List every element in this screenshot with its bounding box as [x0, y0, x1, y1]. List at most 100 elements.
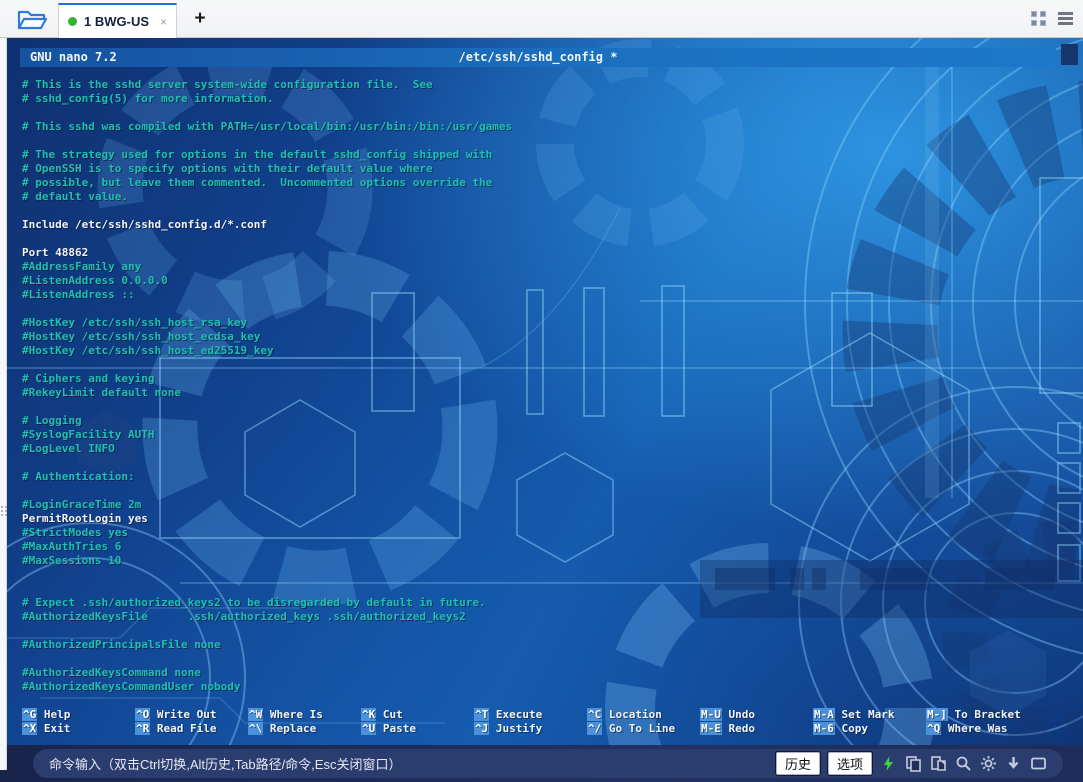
shortcut-label: Paste — [383, 722, 416, 735]
shortcut-label: Where Was — [948, 722, 1008, 735]
shortcut-label: Exit — [44, 722, 71, 735]
history-button[interactable]: 历史 — [776, 752, 820, 775]
shortcut-hint: ^W Where Is — [248, 708, 361, 722]
shortcut-label: Execute — [496, 708, 542, 721]
shortcut-key: ^W — [248, 708, 263, 721]
editor-line: # default value. — [22, 190, 512, 204]
editor-line — [22, 134, 512, 148]
editor-line: #RekeyLimit default none — [22, 386, 512, 400]
editor-line: #MaxSessions 10 — [22, 554, 512, 568]
shortcut-key: ^T — [474, 708, 489, 721]
editor-line — [22, 232, 512, 246]
editor-line: # Authentication: — [22, 470, 512, 484]
shortcut-label: Replace — [270, 722, 316, 735]
shortcut-hint: ^X Exit — [22, 722, 135, 736]
connection-status-dot — [68, 17, 77, 26]
shortcut-key: ^J — [474, 722, 489, 735]
editor-line: #ListenAddress 0.0.0.0 — [22, 274, 512, 288]
grid-view-icon[interactable] — [1031, 11, 1046, 26]
shortcut-hint: M-E Redo — [700, 722, 813, 736]
editor-line: # Ciphers and keying — [22, 372, 512, 386]
editor-line: # The strategy used for options in the d… — [22, 148, 512, 162]
editor-line: #HostKey /etc/ssh/ssh_host_ed25519_key — [22, 344, 512, 358]
command-input[interactable]: 命令输入（双击Ctrl切换,Alt历史,Tab路径/命令,Esc关闭窗口） 历史… — [33, 749, 1063, 778]
editor-line: #SyslogFacility AUTH — [22, 428, 512, 442]
editor-content: # This is the sshd server system-wide co… — [22, 78, 512, 694]
shortcut-key: ^O — [135, 708, 150, 721]
copy-icon[interactable] — [905, 755, 922, 772]
shortcut-key: ^K — [361, 708, 376, 721]
shortcut-label: Location — [609, 708, 662, 721]
shortcut-hint: M-U Undo — [700, 708, 813, 722]
shortcut-hint: ^Q Where Was — [926, 722, 1039, 736]
editor-line — [22, 568, 512, 582]
download-icon[interactable] — [1005, 755, 1022, 772]
editor-line — [22, 652, 512, 666]
editor-line: #AuthorizedKeysCommandUser nobody — [22, 680, 512, 694]
shortcut-label: Where Is — [270, 708, 323, 721]
command-bar: 命令输入（双击Ctrl切换,Alt历史,Tab路径/命令,Esc关闭窗口） 历史… — [0, 745, 1083, 782]
shortcut-label: Set Mark — [842, 708, 895, 721]
tab-bar: 1 BWG-US × + — [0, 0, 1083, 38]
editor-line: # sshd_config(5) for more information. — [22, 92, 512, 106]
editor-line: #StrictModes yes — [22, 526, 512, 540]
tab-close-icon[interactable]: × — [160, 15, 167, 29]
editor-line: #AuthorizedKeysCommand none — [22, 666, 512, 680]
session-tab[interactable]: 1 BWG-US × — [58, 3, 177, 38]
tab-title: 1 BWG-US — [84, 14, 149, 29]
editor-line — [22, 582, 512, 596]
options-button[interactable]: 选项 — [828, 752, 872, 775]
terminal[interactable]: GNU nano 7.2 /etc/ssh/sshd_config * # Th… — [0, 38, 1083, 745]
command-input-placeholder: 命令输入（双击Ctrl切换,Alt历史,Tab路径/命令,Esc关闭窗口） — [49, 754, 401, 773]
nano-shortcut-bar: ^G Help ^O Write Out ^W Where Is ^K Cut … — [22, 708, 1039, 736]
editor-line: # This sshd was compiled with PATH=/usr/… — [22, 120, 512, 134]
editor-line — [22, 204, 512, 218]
editor-line: #LogLevel INFO — [22, 442, 512, 456]
sidebar-collapse-handle[interactable] — [0, 38, 7, 770]
editor-line: #MaxAuthTries 6 — [22, 540, 512, 554]
shortcut-label: Read File — [157, 722, 217, 735]
editor-line — [22, 106, 512, 120]
folder-open-icon — [16, 7, 48, 31]
lightning-icon[interactable] — [880, 755, 897, 772]
editor-line: # possible, but leave them commented. Un… — [22, 176, 512, 190]
shortcut-key: ^\ — [248, 722, 263, 735]
scrollbar-thumb[interactable] — [1061, 44, 1078, 65]
shortcut-key: ^C — [587, 708, 602, 721]
new-tab-button[interactable]: + — [188, 6, 212, 32]
editor-line: # OpenSSH is to specify options with the… — [22, 162, 512, 176]
shortcut-hint: ^O Write Out — [135, 708, 248, 722]
open-session-button[interactable] — [16, 7, 48, 31]
search-icon[interactable] — [955, 755, 972, 772]
editor-line: Include /etc/ssh/sshd_config.d/*.conf — [22, 218, 512, 232]
shortcut-key: M-] — [926, 708, 948, 721]
editor-line: Port 48862 — [22, 246, 512, 260]
editor-line: #AuthorizedPrincipalsFile none — [22, 638, 512, 652]
grip-dots-icon — [1, 506, 7, 516]
shortcut-label: Undo — [729, 708, 756, 721]
shortcut-hint: ^K Cut — [361, 708, 474, 722]
shortcut-hint: M-] To Bracket — [926, 708, 1039, 722]
shortcut-label: Write Out — [157, 708, 217, 721]
gear-icon[interactable] — [980, 755, 997, 772]
shortcut-label: Cut — [383, 708, 403, 721]
menu-icon[interactable] — [1058, 12, 1073, 25]
shortcut-hint: ^\ Replace — [248, 722, 361, 736]
shortcut-key: M-E — [700, 722, 722, 735]
editor-line: #ListenAddress :: — [22, 288, 512, 302]
shortcut-key: ^/ — [587, 722, 602, 735]
editor-line: # Expect .ssh/authorized_keys2 to be dis… — [22, 596, 512, 610]
editor-line — [22, 302, 512, 316]
shortcut-label: Justify — [496, 722, 542, 735]
nano-title-bar: GNU nano 7.2 /etc/ssh/sshd_config * — [20, 48, 1056, 67]
editor-line: # This is the sshd server system-wide co… — [22, 78, 512, 92]
window-icon[interactable] — [1030, 755, 1047, 772]
shortcut-label: Copy — [842, 722, 869, 735]
shortcut-hint: M-A Set Mark — [813, 708, 926, 722]
editor-line: #AddressFamily any — [22, 260, 512, 274]
shortcut-hint: ^/ Go To Line — [587, 722, 700, 736]
shortcut-hint: ^J Justify — [474, 722, 587, 736]
shortcut-key: ^G — [22, 708, 37, 721]
shortcut-hint: ^G Help — [22, 708, 135, 722]
paste-icon[interactable] — [930, 755, 947, 772]
